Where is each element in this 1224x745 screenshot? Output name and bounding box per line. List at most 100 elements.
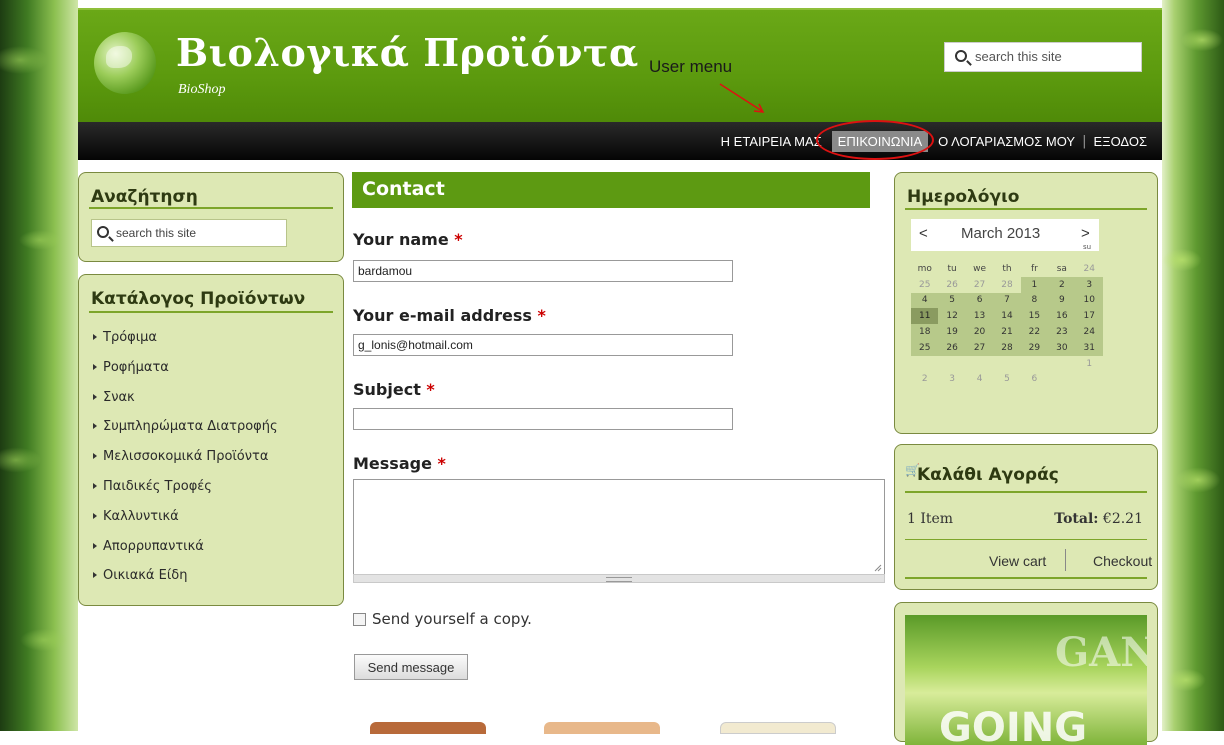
calendar-next-button[interactable]: > [1081, 225, 1090, 242]
calendar-day[interactable]: 3 [1075, 276, 1103, 293]
catalog-item-label[interactable]: Τρόφιμα [103, 330, 157, 345]
calendar-day[interactable]: 8 [1020, 292, 1049, 309]
calendar-day[interactable]: 20 [965, 324, 994, 340]
calendar-day[interactable]: 17 [1075, 308, 1103, 325]
calendar-day[interactable]: 9 [1048, 292, 1076, 309]
calendar-day[interactable]: 27 [965, 339, 994, 356]
weekday-we: we [973, 263, 986, 274]
calendar-day-today[interactable]: 11 [911, 308, 939, 325]
calendar-day[interactable]: 4 [966, 372, 993, 388]
calendar-day[interactable]: 2 [1048, 276, 1076, 293]
calendar-day[interactable]: 5 [938, 292, 966, 309]
calendar-day[interactable]: 26 [938, 277, 965, 293]
resize-handle-icon[interactable] [874, 564, 882, 572]
calendar-day[interactable]: 24 [1075, 324, 1103, 340]
calendar-week: 11 12 13 14 15 16 17 [911, 308, 1103, 325]
name-field[interactable] [353, 260, 733, 282]
calendar-day[interactable]: 7 [993, 292, 1021, 309]
menu-item-logout[interactable]: ΕΞΟΔΟΣ [1086, 134, 1154, 149]
calendar-day[interactable]: 6 [1021, 372, 1048, 388]
calendar-day[interactable]: 30 [1048, 339, 1076, 356]
calendar-day[interactable]: 22 [1020, 324, 1049, 340]
calendar-day[interactable]: 12 [938, 308, 966, 325]
catalog-item-label[interactable]: Παιδικές Τροφές [103, 479, 212, 494]
calendar-day[interactable]: 25 [911, 277, 938, 293]
calendar-day[interactable]: 5 [993, 372, 1020, 388]
checkout-link[interactable]: Checkout [1093, 553, 1152, 569]
header-search-placeholder: search this site [975, 49, 1062, 64]
annotation-highlight-circle [816, 120, 934, 160]
calendar-day[interactable]: 1 [1076, 356, 1103, 372]
calendar-day[interactable]: 31 [1075, 339, 1103, 356]
bullet-icon [93, 512, 97, 519]
globe-logo-icon[interactable] [94, 32, 156, 94]
calendar-week: 1 [911, 356, 1103, 372]
calendar-day[interactable]: 13 [965, 308, 994, 325]
calendar-day [966, 356, 993, 372]
send-copy-checkbox[interactable] [353, 612, 366, 626]
product-thumbnail[interactable] [370, 722, 486, 734]
calendar-day[interactable]: 28 [993, 277, 1020, 293]
search-icon[interactable] [955, 50, 967, 62]
site-title[interactable]: Βιολογικά Προϊόντα [176, 30, 639, 75]
required-mark: * [426, 380, 435, 399]
calendar-day[interactable]: 28 [993, 339, 1021, 356]
catalog-item-beverages[interactable]: Ροφήματα [93, 353, 278, 383]
subject-field[interactable] [353, 408, 733, 430]
catalog-item-household[interactable]: Οικιακά Είδη [93, 561, 278, 591]
message-textarea[interactable] [353, 479, 885, 575]
calendar-day[interactable]: 26 [938, 339, 966, 356]
catalog-item-label[interactable]: Συμπληρώματα Διατροφής [103, 419, 278, 434]
catalog-item-label[interactable]: Οικιακά Είδη [103, 568, 187, 583]
subject-label-text: Subject [353, 380, 421, 399]
calendar-day[interactable]: 24 [1076, 261, 1103, 277]
send-message-button[interactable]: Send message [354, 654, 468, 680]
send-copy-option[interactable]: Send yourself a copy. [353, 610, 532, 628]
calendar-day[interactable]: 21 [993, 324, 1021, 340]
catalog-item-label[interactable]: Απορρυπαντικά [103, 539, 204, 554]
product-thumbnail[interactable] [544, 722, 660, 734]
catalog-item-detergents[interactable]: Απορρυπαντικά [93, 532, 278, 562]
catalog-item-snacks[interactable]: Σνακ [93, 383, 278, 413]
catalog-item-label[interactable]: Καλλυντικά [103, 509, 179, 524]
calendar-day[interactable]: 6 [965, 292, 994, 309]
calendar-day[interactable]: 19 [938, 324, 966, 340]
catalog-item-cosmetics[interactable]: Καλλυντικά [93, 502, 278, 532]
catalog-item-food[interactable]: Τρόφιμα [93, 323, 278, 353]
menu-item-my-account[interactable]: Ο ΛΟΓΑΡΙΑΣΜΟΣ ΜΟΥ [931, 134, 1082, 149]
calendar-day[interactable]: 23 [1048, 324, 1076, 340]
calendar-day[interactable]: 16 [1048, 308, 1076, 325]
calendar-day[interactable]: 14 [993, 308, 1021, 325]
calendar-day[interactable]: 2 [911, 372, 938, 388]
calendar-day[interactable]: 18 [911, 324, 939, 340]
calendar-day[interactable]: 29 [1020, 339, 1049, 356]
search-icon[interactable] [97, 226, 109, 238]
product-thumbnail[interactable] [720, 722, 836, 734]
divider [905, 577, 1147, 579]
catalog-item-label[interactable]: Σνακ [103, 390, 135, 405]
sidebar-search-input[interactable]: search this site [91, 219, 287, 247]
textarea-grippie[interactable] [353, 574, 885, 583]
header-search-input[interactable]: search this site [944, 42, 1142, 72]
calendar-day[interactable]: 4 [911, 292, 939, 309]
calendar-day[interactable]: 10 [1075, 292, 1103, 309]
catalog-item-supplements[interactable]: Συμπληρώματα Διατροφής [93, 412, 278, 442]
menu-item-company[interactable]: Η ΕΤΑΙΡΕΙΑ ΜΑΣ [714, 134, 829, 149]
view-cart-link[interactable]: View cart [989, 553, 1046, 569]
calendar-day[interactable]: 27 [966, 277, 993, 293]
send-copy-label[interactable]: Send yourself a copy. [372, 610, 532, 628]
calendar-day [911, 356, 938, 372]
catalog-item-label[interactable]: Ροφήματα [103, 360, 169, 375]
email-field[interactable] [353, 334, 733, 356]
catalog-item-label[interactable]: Μελισσοκομικά Προϊόντα [103, 449, 268, 464]
calendar-week: 25 26 27 28 1 2 3 [911, 276, 1103, 293]
calendar-prev-button[interactable]: < [919, 225, 928, 242]
calendar-day[interactable]: 1 [1020, 276, 1049, 293]
calendar-day[interactable]: 15 [1020, 308, 1049, 325]
catalog-item-bee-products[interactable]: Μελισσοκομικά Προϊόντα [93, 442, 278, 472]
leaf-background-right [1162, 0, 1224, 731]
calendar-day[interactable]: 25 [911, 339, 939, 356]
calendar-day[interactable]: 3 [938, 372, 965, 388]
catalog-item-baby-food[interactable]: Παιδικές Τροφές [93, 472, 278, 502]
organic-promo-image[interactable]: GANIC GOING [905, 615, 1147, 745]
